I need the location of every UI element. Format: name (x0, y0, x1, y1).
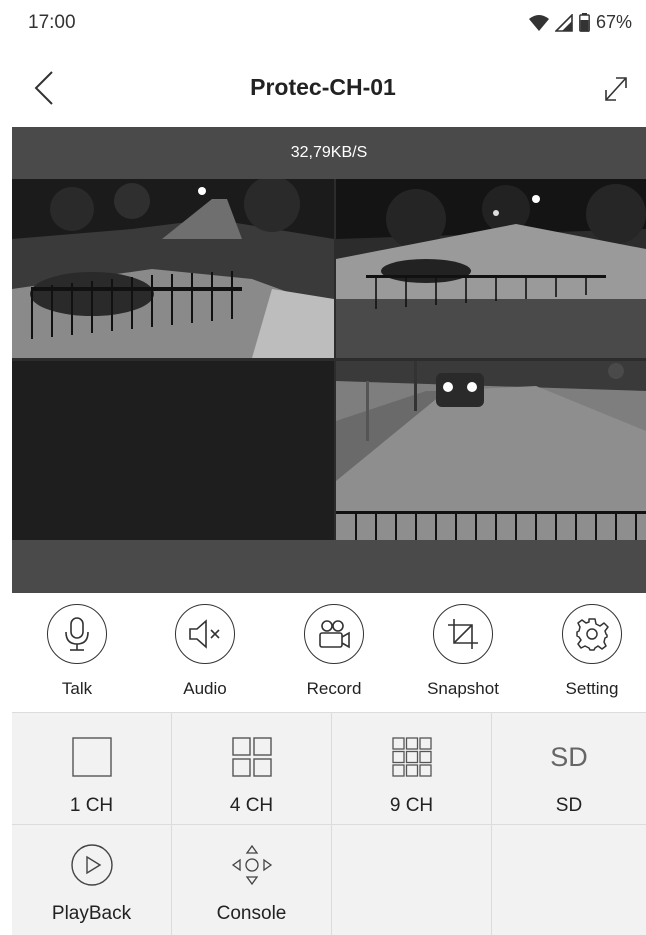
sd-icon: SD (550, 741, 588, 772)
page-title: Protec-CH-01 (250, 74, 396, 100)
view-4ch-button[interactable]: 4 CH (172, 713, 332, 825)
video-footer-bar (12, 540, 646, 593)
view-1ch-icon-wrap (12, 731, 171, 783)
sd-label: SD (555, 795, 583, 816)
console-icon-wrap (172, 839, 331, 891)
record-circle (304, 604, 364, 664)
audio-label: Audio (183, 679, 227, 698)
camera-image-4 (336, 361, 646, 540)
speaker-muted-icon (189, 619, 220, 649)
talk-button[interactable]: Talk (22, 600, 132, 699)
audio-button[interactable]: Audio (150, 600, 260, 699)
app-header: Protec-CH-01 (0, 56, 646, 120)
sd-button[interactable]: SD SD (492, 713, 646, 825)
playback-icon-wrap (12, 839, 171, 891)
empty-cell-1 (332, 825, 492, 935)
audio-circle (175, 604, 235, 664)
status-bar: 17:00 67% (0, 0, 646, 48)
battery-percent: 67% (595, 12, 632, 32)
view-4ch-label: 4 CH (229, 795, 274, 816)
view-9ch-label: 9 CH (389, 795, 434, 816)
snapshot-circle (433, 604, 493, 664)
video-camera-icon (319, 620, 350, 649)
setting-label: Setting (565, 679, 619, 698)
empty-cell-2 (492, 825, 646, 935)
quad-view-icon (231, 737, 272, 777)
view-1ch-button[interactable]: 1 CH (12, 713, 172, 825)
camera-image-1 (12, 179, 334, 358)
live-video-panel: 32,79KB/S (12, 127, 646, 593)
talk-circle (47, 604, 107, 664)
microphone-icon (65, 617, 89, 651)
sd-icon-wrap: SD (492, 731, 646, 783)
crop-icon (448, 619, 478, 649)
view-9ch-icon-wrap (332, 731, 491, 783)
video-grid (12, 179, 646, 540)
camera-feed-1[interactable] (12, 179, 334, 358)
record-label: Record (306, 679, 362, 698)
camera-feed-3-empty[interactable] (12, 361, 334, 540)
gear-icon (576, 618, 609, 651)
setting-circle (562, 604, 622, 664)
record-button[interactable]: Record (279, 600, 389, 699)
bitrate-indicator: 32,79KB/S (290, 144, 368, 161)
view-9ch-button[interactable]: 9 CH (332, 713, 492, 825)
view-1ch-label: 1 CH (69, 795, 114, 816)
single-view-icon (71, 737, 112, 777)
status-icons: 67% (528, 12, 632, 33)
ptz-console-icon (231, 844, 272, 886)
console-label: Console (216, 903, 287, 924)
view-4ch-icon-wrap (172, 731, 331, 783)
playback-button[interactable]: PlayBack (12, 825, 172, 935)
camera-feed-4[interactable] (336, 361, 646, 540)
view-mode-grid: 1 CH 4 CH 9 CH SD SD PlayBack Console (12, 712, 646, 935)
console-button[interactable]: Console (172, 825, 332, 935)
cellular-signal-icon (554, 13, 573, 32)
camera-image-2 (336, 179, 646, 358)
fullscreen-button[interactable] (596, 68, 636, 108)
expand-icon (605, 77, 627, 101)
wifi-icon (528, 14, 549, 32)
playback-label: PlayBack (51, 903, 132, 924)
snapshot-button[interactable]: Snapshot (408, 600, 518, 699)
battery-icon (579, 13, 590, 32)
nine-view-icon (391, 737, 432, 777)
snapshot-label: Snapshot (427, 679, 499, 698)
setting-button[interactable]: Setting (537, 600, 646, 699)
action-toolbar: Talk Audio Record Snapshot Setting (0, 600, 646, 708)
talk-label: Talk (61, 679, 93, 698)
play-icon (70, 844, 113, 886)
status-time: 17:00 (28, 12, 76, 33)
camera-feed-2[interactable] (336, 179, 646, 358)
